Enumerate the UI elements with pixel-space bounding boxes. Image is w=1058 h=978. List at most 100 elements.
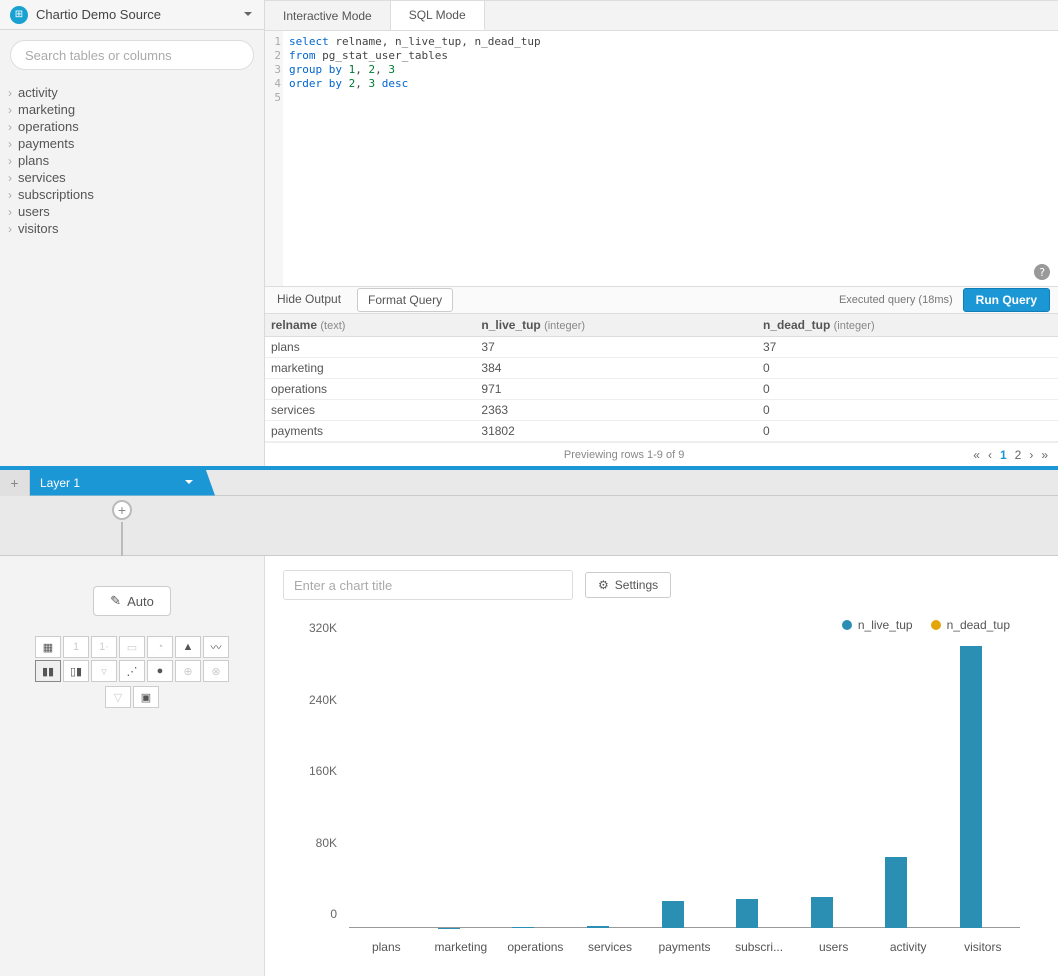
auto-label: Auto <box>127 594 154 609</box>
chevron-right-icon: › <box>8 103 12 117</box>
add-pipeline-step-button[interactable]: + <box>112 500 132 520</box>
format-query-button[interactable]: Format Query <box>357 288 453 312</box>
x-label: marketing <box>424 940 499 954</box>
bar-group <box>349 642 424 928</box>
tree-label: operations <box>18 119 79 134</box>
chevron-right-icon: › <box>8 222 12 236</box>
pipeline-connector <box>121 522 123 556</box>
bar-n_live_tup <box>512 927 534 928</box>
caret-down-icon <box>244 12 252 20</box>
source-name: Chartio Demo Source <box>36 7 161 22</box>
page-last[interactable]: » <box>1041 448 1048 462</box>
cell: 0 <box>757 421 1058 442</box>
legend-dot-a <box>842 620 852 630</box>
viz-bullet-icon[interactable]: 1· <box>91 636 117 658</box>
viz-table-icon[interactable]: ▦ <box>35 636 61 658</box>
viz-map-icon[interactable]: ⊗ <box>203 660 229 682</box>
gear-icon: ⚙ <box>598 578 609 592</box>
tree-label: activity <box>18 85 58 100</box>
chevron-right-icon: › <box>8 137 12 151</box>
table-row: plans3737 <box>265 337 1058 358</box>
sql-editor[interactable]: 12345 select relname, n_live_tup, n_dead… <box>265 31 1058 286</box>
chart-settings-button[interactable]: ⚙ Settings <box>585 572 671 598</box>
tree-item-payments[interactable]: › payments <box>6 135 258 152</box>
page-2[interactable]: 2 <box>1015 448 1022 462</box>
cell: operations <box>265 379 475 400</box>
tab-interactive-mode[interactable]: Interactive Mode <box>265 1 391 30</box>
viz-pie-icon[interactable]: ◔ <box>147 636 173 658</box>
y-tick: 80K <box>316 836 337 850</box>
data-source-selector[interactable]: ⊞ Chartio Demo Source <box>0 0 264 30</box>
viz-bar-icon[interactable]: ▮▮ <box>35 660 61 682</box>
wand-icon: ✎ <box>110 593 121 609</box>
bar-group <box>573 642 648 928</box>
bar-group <box>946 642 1021 928</box>
source-icon: ⊞ <box>10 6 28 24</box>
help-icon[interactable]: ? <box>1034 264 1050 280</box>
run-query-button[interactable]: Run Query <box>963 288 1050 312</box>
chart-legend: n_live_tup n_dead_tup <box>283 618 1010 632</box>
viz-stacked-bar-icon[interactable]: ▯▮ <box>63 660 89 682</box>
viz-filter-icon[interactable]: ▽ <box>105 686 131 708</box>
layer-tab[interactable]: Layer 1 <box>30 470 215 496</box>
sql-code: select relname, n_live_tup, n_dead_tup f… <box>283 31 547 286</box>
bar-n_live_tup <box>736 899 758 928</box>
viz-bubble-icon[interactable]: ● <box>147 660 173 682</box>
table-row: payments318020 <box>265 421 1058 442</box>
viz-line-icon[interactable]: 〰 <box>203 636 229 658</box>
x-label: operations <box>498 940 573 954</box>
search-input[interactable] <box>10 40 254 70</box>
chart-title-input[interactable] <box>283 570 573 600</box>
viz-globe-icon[interactable]: ⊕ <box>175 660 201 682</box>
tree-item-services[interactable]: ›services <box>6 169 258 186</box>
tab-label: Interactive Mode <box>283 9 372 23</box>
legend-label-b: n_dead_tup <box>947 618 1010 632</box>
col-n_dead_tup: n_dead_tup (integer) <box>757 314 1058 337</box>
table-row: services23630 <box>265 400 1058 421</box>
page-next[interactable]: › <box>1029 448 1033 462</box>
add-layer-button[interactable]: + <box>0 470 30 496</box>
x-label: services <box>573 940 648 954</box>
tab-sql-mode[interactable]: SQL Mode <box>391 1 485 30</box>
viz-scatter-icon[interactable]: ⋰ <box>119 660 145 682</box>
bar-group <box>796 642 871 928</box>
cell: 2363 <box>475 400 757 421</box>
page-first[interactable]: « <box>973 448 980 462</box>
tree-item-marketing[interactable]: ›marketing <box>6 101 258 118</box>
tree-label: services <box>18 170 66 185</box>
tree-item-users[interactable]: ›users <box>6 203 258 220</box>
layer-label: Layer 1 <box>40 476 80 490</box>
bar-chart: 080K160K240K320K plansmarketingoperation… <box>293 642 1020 968</box>
hide-output-button[interactable]: Hide Output <box>273 288 345 312</box>
viz-area-icon[interactable]: ▲ <box>175 636 201 658</box>
bar-n_live_tup <box>587 926 609 928</box>
viz-funnel-icon[interactable]: ▿ <box>91 660 117 682</box>
tree-label: users <box>18 204 50 219</box>
viz-heatmap-icon[interactable]: ▣ <box>133 686 159 708</box>
col-relname: relname (text) <box>265 314 475 337</box>
tree-item-activity[interactable]: ›activity <box>6 84 258 101</box>
x-label: payments <box>647 940 722 954</box>
cell: 0 <box>757 400 1058 421</box>
settings-label: Settings <box>615 578 658 592</box>
tree-item-visitors[interactable]: › visitors <box>6 220 258 237</box>
bar-n_live_tup <box>811 897 833 928</box>
chevron-right-icon: › <box>8 120 12 134</box>
page-prev[interactable]: ‹ <box>988 448 992 462</box>
results-table: relname (text)n_live_tup (integer)n_dead… <box>265 314 1058 442</box>
tree-label: visitors <box>18 221 58 236</box>
legend-dot-b <box>931 620 941 630</box>
tree-label: payments <box>18 136 74 151</box>
table-row: marketing3840 <box>265 358 1058 379</box>
tree-item-plans[interactable]: ›plans <box>6 152 258 169</box>
auto-viz-button[interactable]: ✎ Auto <box>93 586 171 616</box>
tree-item-subscriptions[interactable]: ›subscriptions <box>6 186 258 203</box>
viz-single-value-icon[interactable]: 1 <box>63 636 89 658</box>
viz-progress-icon[interactable]: ▭ <box>119 636 145 658</box>
x-label: visitors <box>946 940 1021 954</box>
page-1[interactable]: 1 <box>1000 448 1007 462</box>
tree-item-operations[interactable]: › operations <box>6 118 258 135</box>
y-tick: 160K <box>309 764 337 778</box>
table-row: operations9710 <box>265 379 1058 400</box>
cell: 0 <box>757 358 1058 379</box>
